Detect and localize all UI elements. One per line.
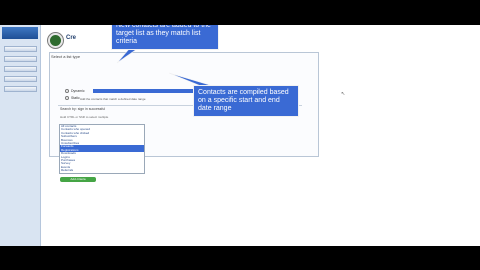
dynamic-callout: New contacts are added to the target lis… <box>111 25 219 50</box>
video-frame: Cre Select a list type Dynamic Static Ad… <box>0 0 480 270</box>
app-window: Cre Select a list type Dynamic Static Ad… <box>0 25 480 246</box>
main-content: Cre Select a list type Dynamic Static Ad… <box>41 25 480 246</box>
nav-button-1[interactable] <box>4 46 37 52</box>
static-label: Static <box>71 96 80 100</box>
mouse-cursor-icon: ↖ <box>341 91 346 97</box>
page-title: Cre <box>66 35 77 41</box>
panel-title: Select a list type <box>51 54 81 59</box>
static-radio[interactable] <box>65 96 69 100</box>
nav-button-2[interactable] <box>4 56 37 62</box>
dynamic-label: Dynamic <box>71 89 85 93</box>
list-item[interactable]: Referrals <box>60 169 144 172</box>
nav-button-4[interactable] <box>4 76 37 82</box>
criteria-listbox[interactable]: All contacts Contacts who opened Contact… <box>59 124 145 174</box>
add-criteria-button[interactable]: Add criteria <box>60 177 96 182</box>
nav-button-3[interactable] <box>4 66 37 72</box>
sidebar <box>0 25 41 246</box>
nav-button-5[interactable] <box>4 86 37 92</box>
dynamic-radio[interactable] <box>65 89 69 93</box>
company-logo-icon <box>48 33 63 48</box>
search-hint: Hold CTRL or Shift to select multiple <box>60 115 109 119</box>
static-callout: Contacts are compiled based on a specifi… <box>193 85 299 117</box>
search-label: Search by: sign in successful <box>60 107 106 111</box>
app-logo <box>2 27 38 39</box>
static-description: Add the contacts that match a defined da… <box>80 97 146 101</box>
